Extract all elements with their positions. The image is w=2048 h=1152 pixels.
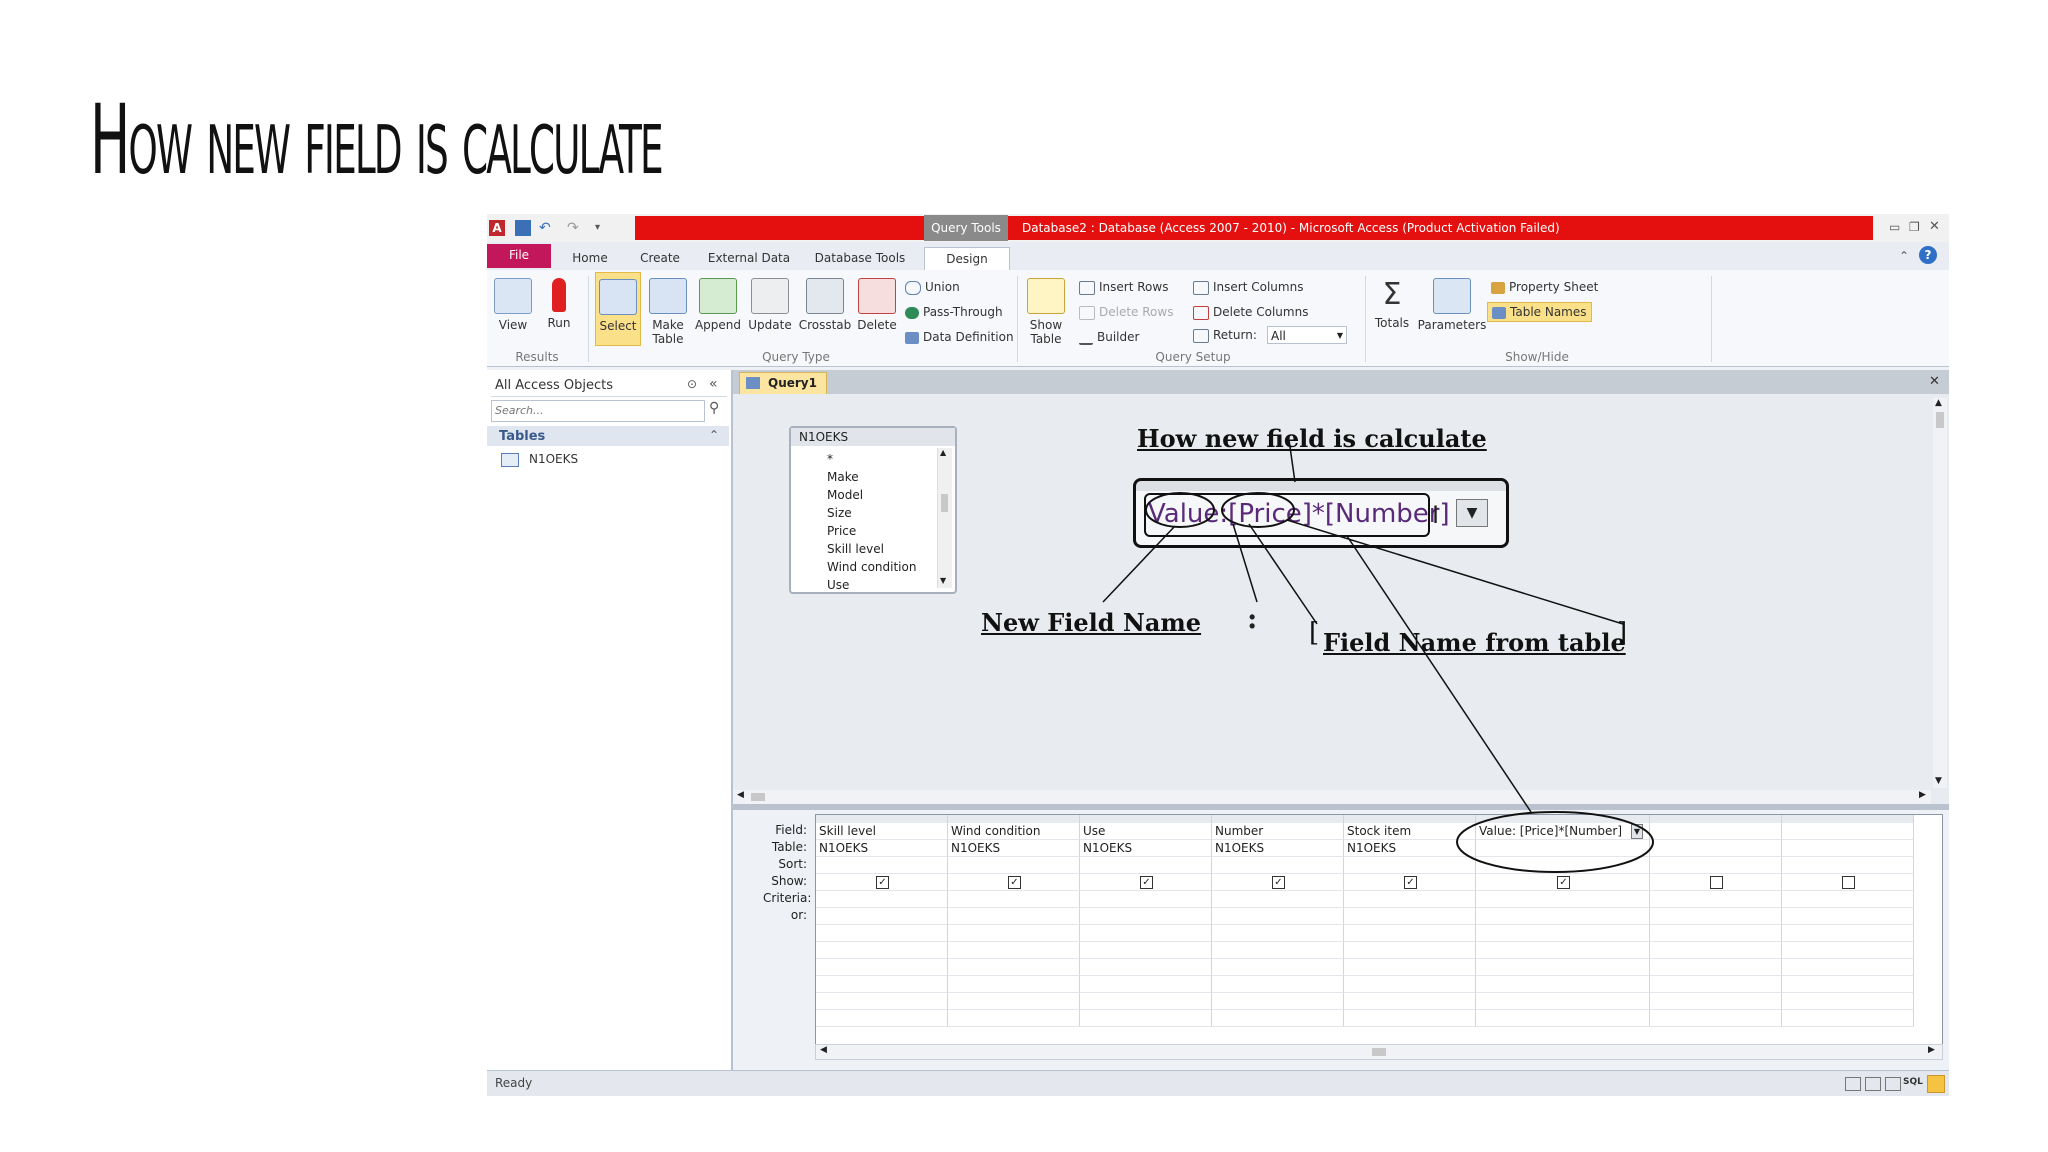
line-to-grid — [1346, 535, 1532, 813]
line-title-pointer — [1288, 439, 1296, 483]
ellipse-value — [1145, 492, 1215, 528]
line-price-to-label — [1248, 523, 1318, 625]
line-colon — [1232, 523, 1258, 603]
annotation-lines — [1102, 439, 1654, 873]
line-new-field-name — [1102, 525, 1176, 603]
line-number-to-label — [1286, 519, 1624, 625]
ellipse-grid-value — [1456, 811, 1654, 873]
access-window: A ↶ ↷ ▾ Query Tools Database2 : Database… — [487, 214, 1949, 1096]
ellipse-price — [1221, 492, 1295, 528]
slide-title: How new field is calculate — [90, 84, 664, 196]
